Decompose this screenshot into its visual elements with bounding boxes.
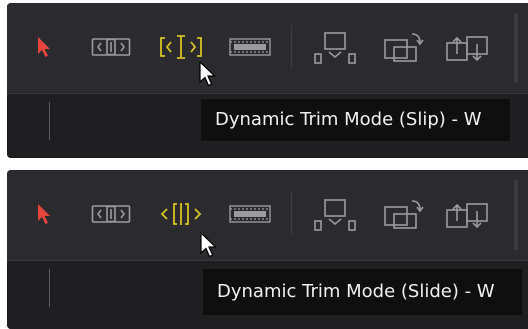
selection-pointer-icon xyxy=(38,37,50,57)
overwrite-clip-button[interactable] xyxy=(382,196,424,232)
insert-clip-icon xyxy=(314,32,356,64)
toolbar-divider xyxy=(291,25,292,69)
edit-toolbar xyxy=(7,3,528,93)
toolbar-divider xyxy=(291,192,292,236)
overwrite-clip-icon xyxy=(384,200,424,229)
tooltip-text: Dynamic Trim Mode (Slide) - W xyxy=(217,281,495,302)
dynamic-trim-mode-button[interactable] xyxy=(159,196,203,232)
tooltip: Dynamic Trim Mode (Slide) - W xyxy=(203,269,522,315)
timeline-toolbar-panel-slip: Dynamic Trim Mode (Slip) - W xyxy=(7,3,528,158)
overwrite-clip-icon xyxy=(384,33,424,62)
insert-clip-icon xyxy=(314,199,356,231)
dynamic-trim-slide-icon xyxy=(160,203,202,225)
replace-clip-icon xyxy=(446,36,488,62)
selection-pointer-icon xyxy=(38,204,50,224)
blade-icon xyxy=(229,205,271,223)
trim-edit-mode-button[interactable] xyxy=(91,196,131,232)
selection-mode-button[interactable] xyxy=(33,196,57,232)
blade-icon xyxy=(229,38,271,56)
edit-toolbar xyxy=(7,170,528,260)
tooltip: Dynamic Trim Mode (Slip) - W xyxy=(201,99,510,141)
insert-clip-button[interactable] xyxy=(312,196,360,232)
timeline-toolbar-panel-slide: Dynamic Trim Mode (Slide) - W xyxy=(7,170,528,329)
replace-clip-button[interactable] xyxy=(444,29,494,65)
replace-clip-button[interactable] xyxy=(444,196,494,232)
replace-clip-icon xyxy=(446,203,488,229)
timeline-marker xyxy=(49,269,50,307)
toolbar-edge xyxy=(514,13,518,83)
blade-edit-mode-button[interactable] xyxy=(229,196,271,232)
toolbar-edge xyxy=(514,180,518,250)
timeline-marker xyxy=(49,102,50,140)
dynamic-trim-mode-button[interactable] xyxy=(159,29,203,65)
tooltip-text: Dynamic Trim Mode (Slip) - W xyxy=(215,109,482,130)
insert-clip-button[interactable] xyxy=(312,29,360,65)
trim-edit-icon xyxy=(91,38,131,56)
trim-edit-icon xyxy=(91,205,131,223)
blade-edit-mode-button[interactable] xyxy=(229,29,271,65)
trim-edit-mode-button[interactable] xyxy=(91,29,131,65)
dynamic-trim-slip-icon xyxy=(160,35,202,59)
overwrite-clip-button[interactable] xyxy=(382,29,424,65)
selection-mode-button[interactable] xyxy=(33,29,57,65)
